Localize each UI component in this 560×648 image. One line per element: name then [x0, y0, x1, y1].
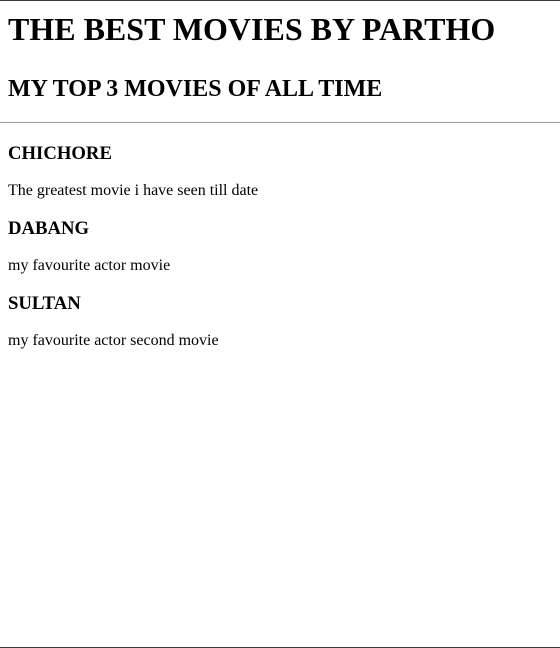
page-content: THE BEST MOVIES BY PARTHO MY TOP 3 MOVIE…	[0, 11, 560, 350]
movie-description: my favourite actor second movie	[8, 332, 219, 349]
movie-description: my favourite actor movie	[8, 257, 171, 274]
movie-title: CHICHORE	[8, 143, 112, 164]
movie-description: The greatest movie i have seen till date	[8, 182, 259, 199]
movie-title: DABANG	[8, 218, 90, 239]
movie-entry-chichore: CHICHORE The greatest movie i have seen …	[8, 143, 552, 200]
movie-entry-sultan: SULTAN my favourite actor second movie	[8, 293, 552, 350]
divider	[0, 122, 560, 123]
movie-title: SULTAN	[8, 293, 81, 314]
page-title: THE BEST MOVIES BY PARTHO	[8, 11, 496, 47]
page-subtitle: MY TOP 3 MOVIES OF ALL TIME	[8, 76, 383, 102]
movie-entry-dabang: DABANG my favourite actor movie	[8, 218, 552, 275]
